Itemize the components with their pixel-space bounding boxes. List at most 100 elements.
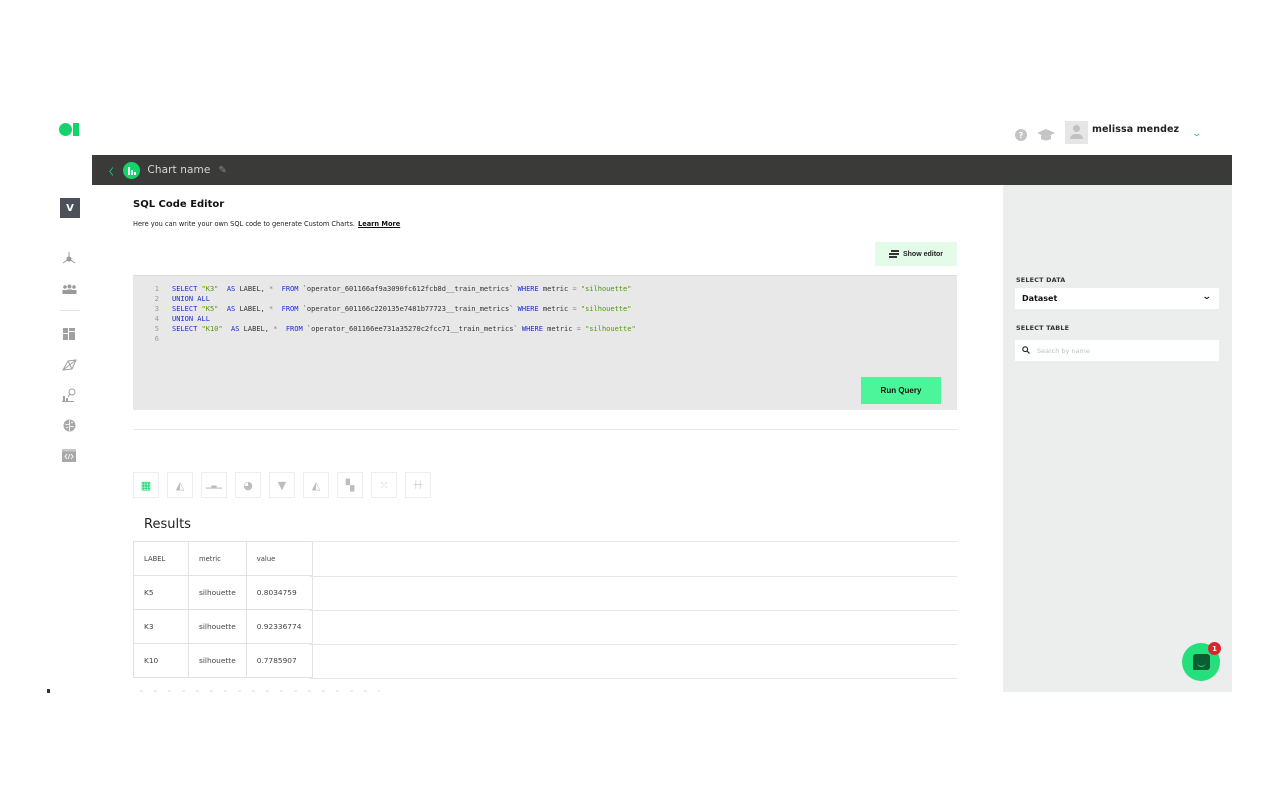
table-search-input[interactable] — [1037, 346, 1207, 355]
chart-toolbar: ‹ Chart name ✎ — [92, 155, 1232, 185]
dataset-select[interactable]: Dataset ⌄ — [1015, 288, 1219, 309]
code-line[interactable]: 5 SELECT "K10" AS LABEL, * FROM `operator… — [143, 324, 636, 334]
page-title: SQL Code Editor — [133, 199, 225, 210]
table-header-row: LABEL metric value — [133, 541, 313, 576]
chart-type-scatter-button[interactable]: ⁙ — [371, 472, 397, 498]
table-row: K10 silhouette 0.7785907 — [133, 643, 313, 678]
sidebar-divider — [60, 310, 80, 311]
code-icon[interactable] — [61, 448, 77, 462]
code-token: LABEL, — [239, 325, 274, 333]
chart-type-pie-button[interactable]: ◕ — [235, 472, 261, 498]
line-number: 3 — [154, 305, 159, 313]
mouse-cursor — [47, 689, 50, 693]
chevron-down-icon[interactable]: ⌄ — [1192, 129, 1203, 139]
avatar[interactable] — [1065, 120, 1088, 144]
cell-value: 0.8034759 — [246, 575, 313, 610]
code-line[interactable]: 6 — [143, 334, 636, 344]
chart-type-box-plot-button[interactable]: ┼┼ — [405, 472, 431, 498]
data-source-panel: SELECT DATA Dataset ⌄ SELECT TABLE — [1003, 185, 1232, 692]
row-divider — [310, 678, 957, 679]
chart-type-selector: ▦ ◭ ▁▃▁ ◕ ▼ ◭ ▚ ⁙ ┼┼ — [133, 472, 439, 498]
back-icon[interactable]: ‹ — [108, 157, 114, 184]
menu-lines-icon — [888, 250, 899, 258]
analytics-search-icon[interactable] — [61, 388, 77, 402]
hierarchy-icon[interactable] — [61, 251, 77, 265]
user-area: ? melissa mendez ⌄ — [1012, 120, 1203, 144]
code-token: `operator_601166c220135e7481b77723__trai… — [298, 305, 518, 313]
code-token: AS — [226, 305, 236, 313]
search-icon — [1022, 345, 1030, 356]
brain-icon[interactable] — [61, 418, 77, 432]
chart-type-bar-button[interactable]: ▁▃▁ — [201, 472, 227, 498]
column-header-label[interactable]: LABEL — [133, 541, 189, 576]
code-token: "silhouette" — [580, 305, 632, 313]
stacked-area-chart-icon: ◭ — [311, 478, 321, 492]
show-editor-button[interactable]: Show editor — [875, 242, 957, 266]
logo-bar — [73, 123, 79, 136]
treemap-chart-icon: ▚ — [345, 478, 355, 492]
users-icon[interactable] — [61, 282, 77, 296]
bar-chart-icon — [123, 161, 141, 179]
code-token: `operator_601166af9a3090fc612fcb8d__trai… — [298, 285, 518, 293]
column-header-value[interactable]: value — [246, 541, 313, 576]
code-token: WHERE — [521, 325, 543, 333]
user-name[interactable]: melissa mendez — [1092, 124, 1179, 135]
chart-type-funnel-button[interactable]: ▼ — [269, 472, 295, 498]
code-token: LABEL, — [235, 305, 269, 313]
code-line[interactable]: 1 SELECT "K3" AS LABEL, * FROM `operator_… — [143, 284, 636, 294]
column-header-metric[interactable]: metric — [188, 541, 247, 576]
code-token: "silhouette" — [580, 285, 632, 293]
chart-type-table-button[interactable]: ▦ — [133, 472, 159, 498]
workspace-badge[interactable]: V — [60, 198, 80, 218]
sql-code[interactable]: 1 SELECT "K3" AS LABEL, * FROM `operator_… — [143, 284, 636, 344]
code-token: "K10" — [201, 325, 223, 333]
chart-type-area-button[interactable]: ◭ — [167, 472, 193, 498]
sql-code-editor[interactable]: 1 SELECT "K3" AS LABEL, * FROM `operator_… — [133, 275, 957, 410]
code-token: `operator_601166ee731a35270c2fcc71__trai… — [302, 325, 522, 333]
dashboard-icon[interactable] — [61, 327, 77, 341]
cell-metric: silhouette — [188, 575, 247, 610]
box-plot-chart-icon: ┼┼ — [413, 481, 423, 489]
line-number: 6 — [154, 335, 159, 343]
logo-icon[interactable] — [59, 123, 81, 137]
funnel-chart-icon: ▼ — [277, 478, 287, 492]
chart-name[interactable]: Chart name — [147, 164, 210, 176]
run-query-button[interactable]: Run Query — [861, 377, 941, 404]
row-divider — [310, 541, 957, 542]
cell-value: 0.7785907 — [246, 643, 313, 678]
area-chart-icon: ◭ — [175, 478, 185, 492]
dataset-select-value: Dataset — [1022, 294, 1058, 303]
model-network-icon[interactable] — [61, 358, 77, 372]
learn-more-link[interactable]: Learn More — [358, 220, 400, 228]
chart-type-treemap-button[interactable]: ▚ — [337, 472, 363, 498]
edit-pencil-icon[interactable]: ✎ — [218, 165, 226, 176]
page-subtitle: Here you can write your own SQL code to … — [133, 220, 400, 228]
table-chart-icon: ▦ — [140, 478, 152, 492]
code-token: UNION ALL — [172, 295, 210, 303]
row-divider — [310, 610, 957, 611]
line-number: 4 — [154, 315, 159, 323]
code-token: FROM — [281, 285, 299, 293]
chart-type-stacked-area-button[interactable]: ◭ — [303, 472, 329, 498]
code-token: "K5" — [201, 305, 219, 313]
code-token: UNION ALL — [172, 315, 210, 323]
graduation-cap-icon[interactable] — [1037, 129, 1055, 141]
table-row: K5 silhouette 0.8034759 — [133, 575, 313, 610]
line-number: 1 — [154, 285, 159, 293]
results-table-wrapper: LABEL metric value K5 silhouette 0.80347… — [133, 541, 957, 679]
table-search-field[interactable] — [1015, 340, 1219, 361]
code-token: FROM — [285, 325, 303, 333]
code-line[interactable]: 4 UNION ALL — [143, 314, 636, 324]
row-divider — [310, 644, 957, 645]
app-frame: ? melissa mendez ⌄ ‹ Chart name ✎ V SQL … — [0, 0, 1280, 800]
select-table-label: SELECT TABLE — [1016, 324, 1070, 332]
help-icon[interactable]: ? — [1015, 129, 1027, 141]
code-line[interactable]: 3 SELECT "K5" AS LABEL, * FROM `operator_… — [143, 304, 636, 314]
line-number: 5 — [154, 325, 159, 333]
code-token: SELECT — [172, 305, 202, 313]
code-line[interactable]: 2 UNION ALL — [143, 294, 636, 304]
